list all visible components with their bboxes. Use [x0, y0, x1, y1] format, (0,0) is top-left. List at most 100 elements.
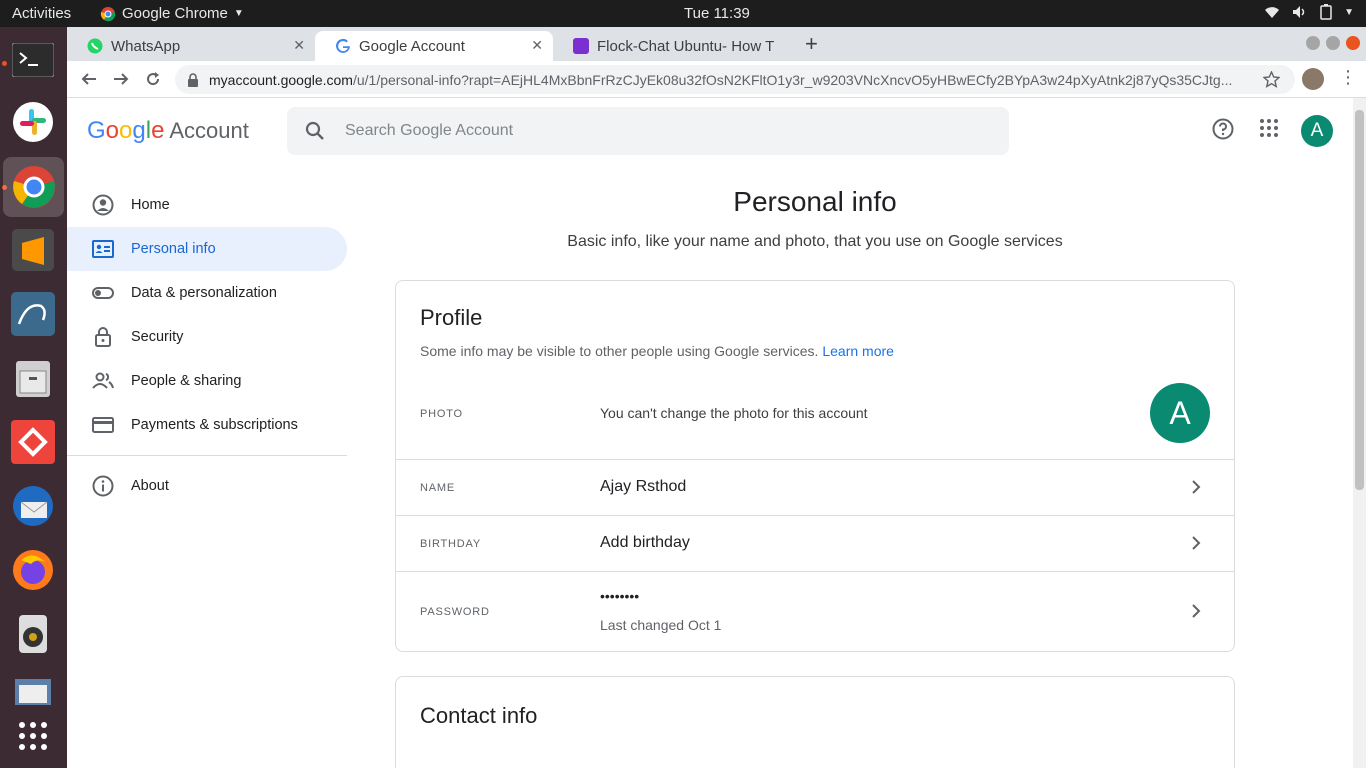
volume-icon [1293, 6, 1305, 18]
card-description-text: Some info may be visible to other people… [420, 343, 819, 359]
minimize-button[interactable] [1306, 36, 1320, 50]
thunderbird-launcher[interactable] [10, 483, 56, 529]
sidebar-divider [67, 455, 347, 456]
arrow-left-icon [81, 73, 96, 85]
browser-toolbar: myaccount.google.com/u/1/personal-info?r… [67, 61, 1366, 98]
slack-icon [13, 102, 53, 142]
whatsapp-icon [87, 38, 103, 54]
maximize-button[interactable] [1326, 36, 1340, 50]
row-label: PASSWORD [420, 606, 490, 618]
profile-avatar[interactable] [1302, 68, 1324, 90]
firefox-launcher[interactable] [10, 547, 56, 593]
learn-more-link[interactable]: Learn more [822, 343, 894, 359]
slack-launcher[interactable] [10, 99, 56, 145]
tab-whatsapp[interactable]: WhatsApp ✕ [67, 31, 315, 61]
tab-google-account[interactable]: Google Account ✕ [315, 31, 553, 61]
sidebar-item-label: Payments & subscriptions [131, 417, 298, 433]
home-icon [92, 194, 114, 216]
google-icon [335, 38, 351, 54]
tab-label: Flock-Chat Ubuntu- How T [597, 37, 775, 55]
sidebar-item-people-sharing[interactable]: People & sharing [67, 359, 347, 403]
password-value: •••••••• [600, 588, 640, 604]
tab-label: Google Account [359, 37, 465, 55]
name-value: Ajay Rsthod [600, 478, 687, 495]
back-button[interactable] [77, 67, 101, 91]
sidebar: Home Personal info Data & personalizatio… [67, 183, 347, 508]
account-avatar[interactable]: A [1301, 115, 1333, 147]
sidebar-item-label: People & sharing [131, 373, 242, 389]
sidebar-item-data-personalization[interactable]: Data & personalization [67, 271, 347, 315]
tab-strip: WhatsApp ✕ Google Account ✕ Flock-Chat U… [67, 27, 1366, 61]
sidebar-item-home[interactable]: Home [67, 183, 347, 227]
card-description: Some info may be visible to other people… [420, 343, 894, 359]
password-row[interactable]: PASSWORD •••••••• Last changed Oct 1 [396, 571, 1234, 651]
apps-grid-icon[interactable] [1259, 118, 1279, 138]
arrow-right-icon [114, 73, 129, 85]
new-tab-button[interactable]: + [805, 31, 818, 57]
chevron-down-icon: ▼ [233, 8, 244, 19]
files-launcher[interactable] [10, 355, 56, 401]
rhythmbox-launcher[interactable] [10, 611, 56, 657]
card-icon [92, 417, 114, 433]
forward-button[interactable] [109, 67, 133, 91]
screenshot-launcher[interactable] [10, 667, 56, 713]
page-subtitle: Basic info, like your name and photo, th… [567, 233, 1063, 250]
sidebar-item-about[interactable]: About [67, 464, 347, 508]
chevron-right-icon [1192, 536, 1201, 550]
address-bar[interactable]: myaccount.google.com/u/1/personal-info?r… [175, 65, 1295, 94]
star-icon[interactable] [1263, 71, 1280, 88]
contact-info-card: Contact info [395, 676, 1235, 768]
show-applications-button[interactable] [10, 713, 56, 759]
row-label: BIRTHDAY [420, 538, 482, 550]
anydesk-icon [11, 420, 55, 464]
sidebar-item-payments[interactable]: Payments & subscriptions [67, 403, 347, 447]
thunderbird-icon [13, 486, 53, 526]
people-icon [92, 372, 114, 389]
scrollbar-thumb[interactable] [1355, 110, 1364, 490]
sidebar-item-security[interactable]: Security [67, 315, 347, 359]
tab-flock[interactable]: Flock-Chat Ubuntu- How T [553, 31, 793, 61]
profile-photo-avatar: A [1150, 383, 1210, 443]
sublime-launcher[interactable] [10, 227, 56, 273]
anydesk-launcher[interactable] [10, 419, 56, 465]
mysql-workbench-launcher[interactable] [10, 291, 56, 337]
sidebar-item-label: Personal info [131, 241, 216, 257]
activities-button[interactable]: Activities [12, 5, 71, 22]
window-close-button[interactable] [1346, 36, 1360, 50]
menu-kebab-icon[interactable]: ⋮ [1339, 67, 1357, 88]
clock[interactable]: Tue 11:39 [684, 5, 750, 22]
battery-icon [1320, 4, 1332, 20]
chrome-launcher[interactable] [3, 157, 64, 217]
google-account-logo[interactable]: Google Account [87, 117, 249, 145]
card-title: Profile [420, 305, 483, 330]
flock-icon [573, 38, 589, 54]
account-wordmark: Account [169, 118, 249, 143]
speaker-icon [19, 615, 47, 653]
grid-icon [19, 722, 47, 750]
terminal-icon [12, 43, 54, 77]
info-icon [92, 475, 114, 497]
system-top-bar: Activities Google Chrome ▼ Tue 11:39 ▼ [0, 0, 1366, 27]
system-tray[interactable]: ▼ [1264, 4, 1354, 20]
sidebar-item-personal-info[interactable]: Personal info [67, 227, 347, 271]
search-placeholder: Search Google Account [345, 122, 514, 139]
mysql-workbench-icon [11, 292, 55, 336]
close-icon[interactable]: ✕ [531, 37, 543, 54]
close-icon[interactable]: ✕ [293, 37, 305, 54]
search-input[interactable]: Search Google Account [287, 107, 1009, 155]
terminal-launcher[interactable] [10, 37, 56, 83]
page-scrollbar[interactable] [1353, 98, 1366, 768]
file-cabinet-icon [16, 361, 50, 397]
profile-card: Profile Some info may be visible to othe… [395, 280, 1235, 652]
url-path: /u/1/personal-info?rapt=AEjHL4MxBbnFrRzC… [352, 71, 1233, 88]
chevron-down-icon: ▼ [1344, 6, 1354, 18]
sidebar-item-label: About [131, 478, 169, 494]
name-row[interactable]: NAME Ajay Rsthod [396, 459, 1234, 515]
card-title: Contact info [420, 703, 538, 728]
reload-button[interactable] [141, 67, 165, 91]
birthday-row[interactable]: BIRTHDAY Add birthday [396, 515, 1234, 571]
sidebar-item-label: Security [131, 329, 184, 345]
help-icon[interactable] [1212, 118, 1234, 140]
app-menu[interactable]: Google Chrome ▼ [100, 5, 244, 22]
row-label: NAME [420, 482, 455, 494]
